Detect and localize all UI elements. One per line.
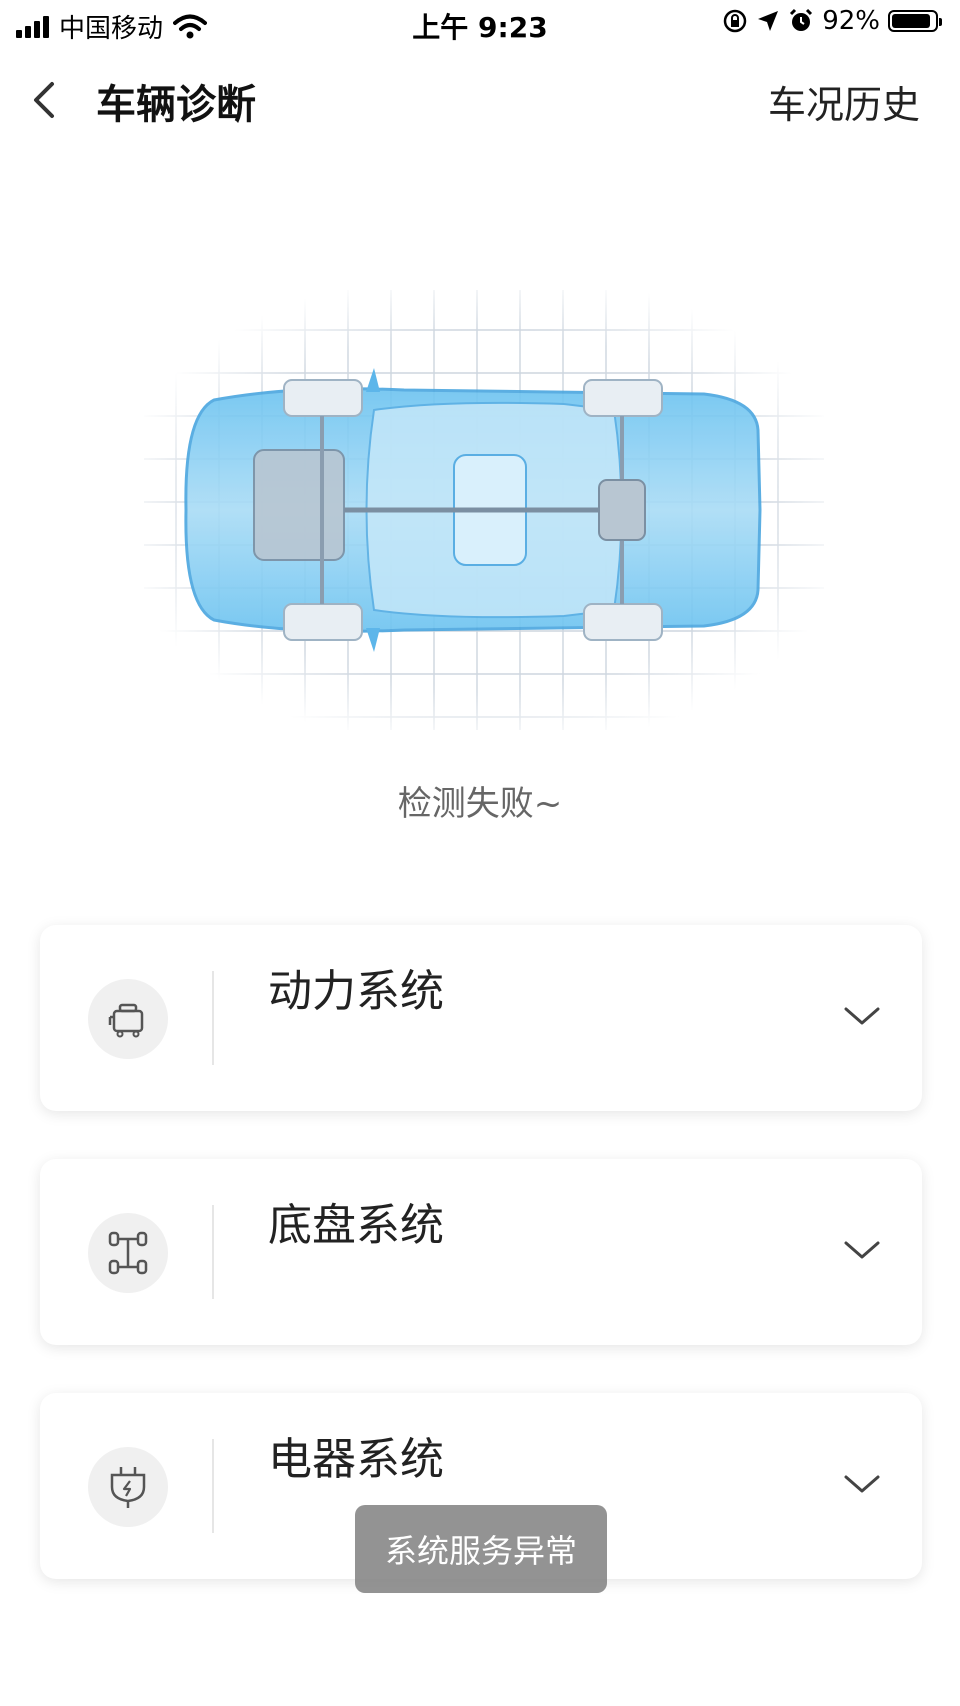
back-button[interactable]: [22, 70, 82, 130]
diagnosis-result-text: 检测失败~: [397, 784, 563, 824]
status-right: 92%: [722, 6, 942, 36]
chevron-down-icon: [844, 1475, 880, 1493]
system-icon-badge: [88, 1213, 168, 1293]
vehicle-history-link[interactable]: 车况历史: [768, 74, 920, 129]
nav-bar: 车辆诊断 车况历史: [0, 60, 960, 140]
card-divider: [212, 1205, 214, 1299]
system-card-chassis[interactable]: 底盘系统: [40, 1159, 922, 1345]
car-illustration-svg: [144, 290, 824, 730]
card-divider: [212, 1439, 214, 1533]
system-card-powertrain[interactable]: 动力系统: [40, 925, 922, 1111]
system-icon-badge: [88, 1447, 168, 1527]
car-body: [184, 368, 762, 652]
rotation-lock-icon: [723, 9, 747, 33]
chevron-down-icon: [844, 1007, 880, 1025]
system-label: 电器系统: [268, 1434, 444, 1485]
chassis-icon: [108, 1231, 148, 1275]
battery-icon: [888, 10, 942, 32]
chevron-down-icon: [844, 1241, 880, 1259]
system-label: 动力系统: [268, 966, 444, 1017]
toast-message: 系统服务异常: [355, 1505, 607, 1593]
page-title: 车辆诊断: [96, 82, 256, 128]
location-icon: [758, 11, 779, 31]
alarm-icon: [790, 8, 813, 31]
engine-icon: [108, 1003, 144, 1038]
battery-fill: [892, 14, 931, 28]
battery-percent: 92%: [822, 6, 880, 36]
car-xray-illustration: [144, 290, 824, 730]
system-label: 底盘系统: [268, 1200, 444, 1251]
card-divider: [212, 971, 214, 1065]
chevron-left-icon: [34, 82, 54, 118]
status-bar: 中国移动 上午 9:23 92%: [0, 0, 960, 50]
system-icon-badge: [88, 979, 168, 1059]
electric-plug-icon: [110, 1467, 146, 1508]
